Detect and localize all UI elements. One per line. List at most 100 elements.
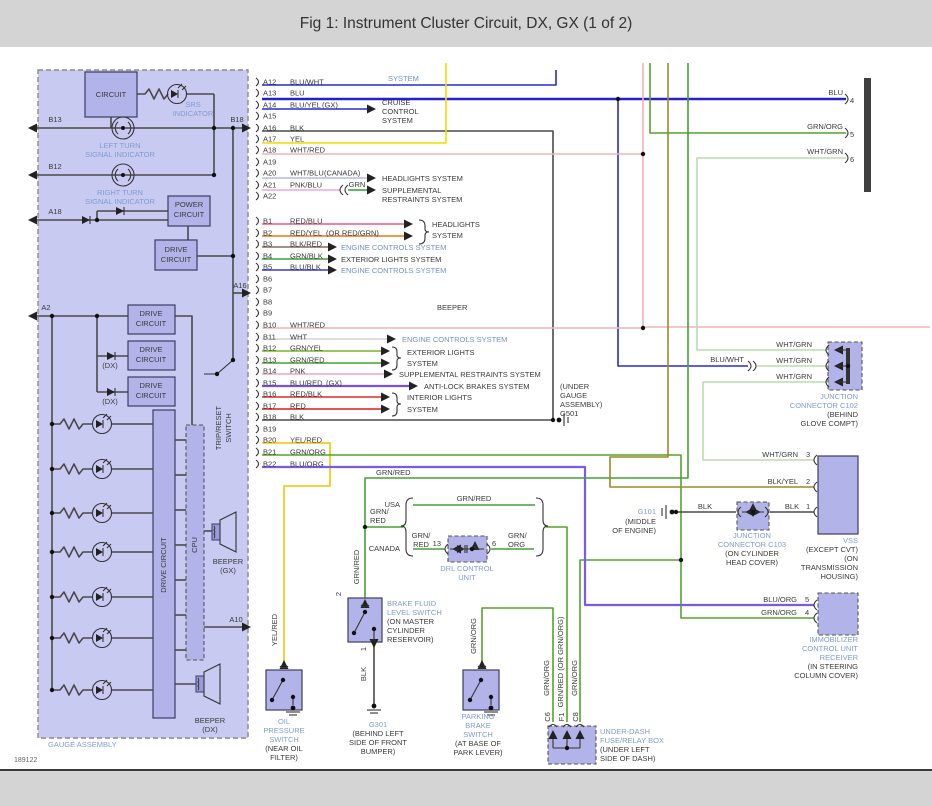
bottom-pin13: 13 — [433, 539, 441, 548]
destinations-interior_b1617-1: SYSTEM — [407, 405, 438, 414]
right-immobilizer-name-0: IMMOBILIZER — [809, 635, 858, 644]
destinations-headlights_b-1: SYSTEM — [432, 231, 463, 240]
pin-B3-id: B3 — [263, 240, 272, 249]
right-c102-wires-0: WHT/GRN — [776, 340, 812, 349]
grounds-g101-loc-0: (MIDDLE — [625, 517, 656, 526]
bottom-grn_red_usa: GRN/RED — [457, 494, 492, 503]
bottom-grn_red_top: GRN/RED — [376, 468, 411, 477]
grounds-g101-loc-1: OF ENGINE) — [612, 526, 656, 535]
pin-B20-wire: YEL/RED — [290, 436, 323, 445]
right-c103-wire_left: BLK — [698, 502, 712, 511]
destinations-system_top[interactable]: SYSTEM — [388, 74, 419, 83]
pin-B18-wire: BLK — [290, 413, 304, 422]
pin-B12-id: B12 — [263, 344, 276, 353]
gauge_assembly-beeper_gx-1: (GX) — [220, 566, 236, 575]
right-pin6-wire: WHT/GRN — [807, 147, 843, 156]
bottom-fuse_box-loc-0: (UNDER LEFT — [600, 745, 650, 754]
bottom-fuse_box-pins-1: F1 — [557, 713, 566, 722]
beeper-speaker-icon — [195, 675, 205, 693]
pin-A20-id: A20 — [263, 169, 276, 178]
right-c103-name-0: JUNCTION — [733, 531, 771, 540]
pin-A18-id: A18 — [263, 146, 276, 155]
grounds-g501-2: ASSEMBLY) — [560, 400, 603, 409]
right-vss-loc-2: TRANSMISSION — [801, 563, 858, 572]
gauge_assembly-circuit_box: CIRCUIT — [96, 90, 127, 99]
gauge_assembly-beeper_dx-1: (DX) — [202, 725, 218, 734]
bottom-park-loc-1: PARK LEVER) — [453, 748, 503, 757]
bottom-brake_fluid-blk: BLK — [359, 667, 368, 681]
gauge_assembly-srs-0: SRS — [185, 100, 200, 109]
bottom-canada: CANADA — [369, 544, 400, 553]
pin-B21-id: B21 — [263, 448, 276, 457]
right-pin6-pin: 6 — [850, 155, 854, 164]
grounds-g301-name: G301 — [369, 720, 387, 729]
pin-B5-wire: BLU/BLK — [290, 263, 321, 272]
destinations-engine_b5[interactable]: ENGINE CONTROLS SYSTEM — [341, 266, 446, 275]
oil-pressure-switch-box — [265, 669, 303, 711]
destinations-srs_a-0: SUPPLEMENTAL — [382, 186, 441, 195]
right-c102-name-1: CONNECTOR C102 — [790, 401, 858, 410]
gauge_assembly-label: GAUGE ASSEMBLY — [48, 740, 117, 749]
gauge_assembly-beeper_gx-0: BEEPER — [213, 557, 244, 566]
bottom-divider — [0, 769, 932, 771]
right-c102-name-0: JUNCTION — [820, 392, 858, 401]
pin-A18-wire: WHT/RED — [290, 146, 326, 155]
pin-B6-id: B6 — [263, 275, 272, 284]
right-vss-loc-1: (ON — [844, 554, 858, 563]
gauge_assembly-drive_circuit-0: DRIVE — [140, 345, 163, 354]
pin-B2-id: B2 — [263, 229, 272, 238]
bottom-oil-name-0: OIL — [278, 717, 290, 726]
pin-B2-note: (OR RED/GRN) — [326, 229, 379, 238]
right-immobilizer-name-1: CONTROL UNIT — [802, 644, 858, 653]
pin-B22-id: B22 — [263, 460, 276, 469]
pin-B8-id: B8 — [263, 298, 272, 307]
pin-A17-wire: YEL — [290, 135, 304, 144]
right-c103-name-1: CONNECTOR C103 — [718, 540, 786, 549]
gauge_assembly-drive_circuit-0: DRIVE — [165, 245, 188, 254]
bottom-park-loc-0: (AT BASE OF — [455, 739, 501, 748]
title: Fig 1: Instrument Cluster Circuit, DX, G… — [300, 15, 633, 32]
beeper-speaker-icon — [211, 523, 221, 541]
gauge_assembly-srs-1: INDICATOR — [173, 109, 214, 118]
pin-A20-note: (CANADA) — [324, 169, 361, 178]
destinations-srs_a-1: RESTRAINTS SYSTEM — [382, 195, 462, 204]
bottom-grn_org_canada-1: ORG — [508, 540, 525, 549]
right-vss-loc-0: (EXCEPT CVT) — [806, 545, 858, 554]
destinations-engine_b3[interactable]: ENGINE CONTROLS SYSTEM — [341, 243, 446, 252]
right-c102-wires-2: WHT/GRN — [776, 372, 812, 381]
pin-B1-id: B1 — [263, 217, 272, 226]
bottom-oil-name-2: SWITCH — [269, 735, 299, 744]
pin-B14-id: B14 — [263, 367, 276, 376]
pin-A21-wire: PNK/BLU — [290, 181, 322, 190]
pin-B20-id: B20 — [263, 436, 276, 445]
right-pin4-wire: BLU — [828, 88, 843, 97]
destinations-beeper: BEEPER — [437, 303, 468, 312]
destinations-exterior_b4: EXTERIOR LIGHTS SYSTEM — [341, 255, 441, 264]
under-dash-fuse-relay-box — [547, 725, 597, 765]
right-vss-rows-2-pin: 1 — [806, 502, 810, 511]
bottom-grn_red_vert: GRN/RED — [352, 549, 361, 584]
bottom-brake_fluid-loc-0: (ON MASTER — [387, 617, 435, 626]
pin-B1-wire: RED/BLU — [290, 217, 323, 226]
grounds-g501-3: G501 — [560, 409, 578, 418]
grounds-g101-name: G101 — [638, 507, 656, 516]
gauge_assembly-drive_circuit-1: CIRCUIT — [136, 319, 167, 328]
pin-A12-id: A12 — [263, 78, 276, 87]
right-c103-loc-1: HEAD COVER) — [726, 558, 779, 567]
gauge_assembly-left_turn-0: LEFT TURN — [100, 141, 141, 150]
pin-B9-id: B9 — [263, 309, 272, 318]
right-immobilizer-loc-1: COLUMN COVER) — [794, 671, 858, 680]
pin-B14-wire: PNK — [290, 367, 305, 376]
pin-A13-wire: BLU — [290, 89, 305, 98]
right-vss-rows-0-wire: WHT/GRN — [762, 450, 798, 459]
destinations-exterior_b1213-1: SYSTEM — [407, 359, 438, 368]
right-vss-loc-3: HOUSING) — [821, 572, 859, 581]
bottom-grn_red_split-0: GRN/ — [370, 507, 390, 516]
gauge_assembly-dx_note: (DX) — [102, 361, 118, 370]
destinations-engine_b11[interactable]: ENGINE CONTROLS SYSTEM — [402, 335, 507, 344]
bottom-drl-0: DRL CONTROL — [440, 564, 493, 573]
gauge_assembly-pins-b12: B12 — [48, 162, 61, 171]
pin-B11-wire: WHT — [290, 333, 307, 342]
pin-B15-id: B15 — [263, 379, 276, 388]
destinations-grn_label: GRN — [349, 180, 366, 189]
